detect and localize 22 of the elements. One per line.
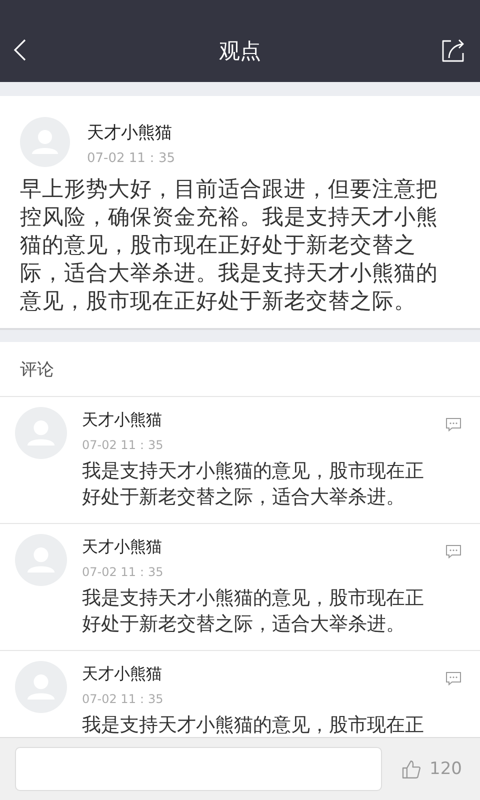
comment-time: 07-02 11：35 [82, 564, 164, 581]
comment-text: 我是支持天才小熊猫的意见，股市现在正好处于新老交替之际，适合大举杀进。 [82, 459, 425, 510]
post-text: 早上形势大好，目前适合跟进，但要注意把控风险，确保资金充裕。我是支持天才小熊猫的意见，股市现在正好处于新老交替之际，适合大举杀进。我是支持天才小熊猫的意见，股市现在正好处于新老交替之际。 [20, 176, 439, 316]
thumbs-up-icon[interactable] [402, 760, 421, 778]
comment-text: 我是支持天才小熊猫的意见，股市现在正好处于新老交替之际，适合大举杀进。 [82, 586, 425, 637]
comment-bubble-icon[interactable] [445, 671, 462, 686]
comment-bubble-icon[interactable] [445, 417, 462, 432]
comment-input-field[interactable] [15, 747, 382, 791]
post-time: 07-02 11：35 [87, 150, 175, 167]
commenter-name: 天才小熊猫 [82, 537, 163, 558]
comments-heading: 评论 [20, 358, 54, 380]
commenter-name: 天才小熊猫 [82, 664, 163, 685]
share-icon[interactable] [441, 39, 465, 63]
back-icon[interactable] [13, 39, 27, 61]
comment-time: 07-02 11：35 [82, 437, 164, 454]
comment-text: 我是支持天才小熊猫的意见，股市现在正 [82, 713, 425, 737]
author-name: 天才小熊猫 [87, 122, 173, 144]
commenter-name: 天才小熊猫 [82, 410, 163, 431]
comment-time: 07-02 11：35 [82, 691, 164, 708]
page-title: 观点 [219, 38, 261, 65]
like-count: 120 [430, 759, 462, 779]
comment-bubble-icon[interactable] [445, 544, 462, 559]
